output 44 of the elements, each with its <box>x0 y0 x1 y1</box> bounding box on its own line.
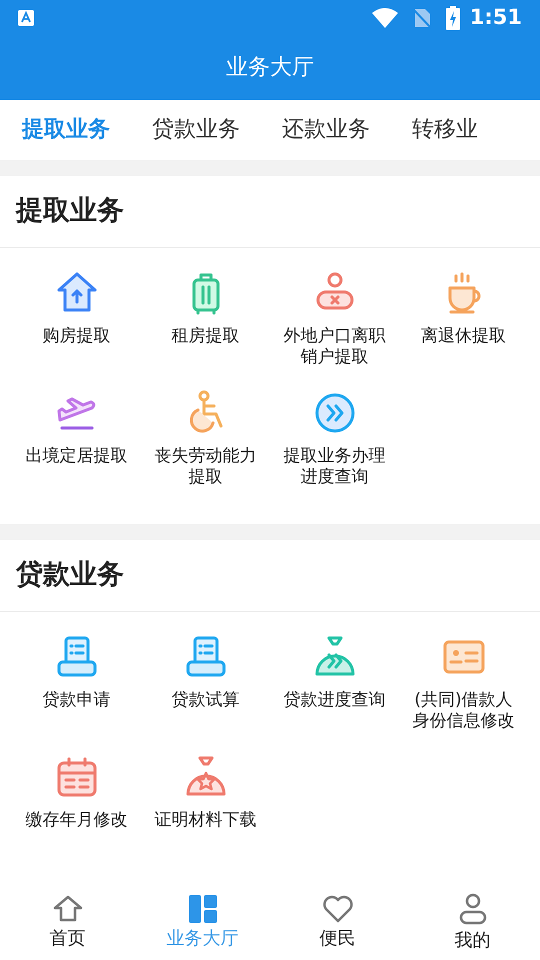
service-label: 租房提取 <box>170 326 240 346</box>
home-icon <box>52 895 82 924</box>
service-item[interactable]: 丧失劳动能力提取 <box>141 390 270 510</box>
service-item[interactable]: 离退休提取 <box>399 270 528 390</box>
nav-tab[interactable]: 首页 <box>0 888 135 960</box>
service-item[interactable]: 证明材料下载 <box>141 754 270 874</box>
wifi-icon <box>372 8 398 28</box>
category-tab[interactable]: 还款业务 <box>282 113 370 146</box>
service-item[interactable]: 提取业务办理进度查询 <box>270 390 399 510</box>
page-title: 业务大厅 <box>226 54 314 82</box>
category-tab[interactable]: 转移业 <box>412 113 478 146</box>
service-item[interactable]: 外地户口离职销户提取 <box>270 270 399 390</box>
service-label: 贷款申请 <box>42 690 112 710</box>
service-item[interactable]: 缴存年月修改 <box>12 754 141 874</box>
service-label: 购房提取 <box>42 326 112 346</box>
heart-icon <box>322 895 354 924</box>
service-label: 出境定居提取 <box>24 446 128 466</box>
nav-tab[interactable]: 我的 <box>405 888 540 960</box>
service-item[interactable]: 贷款进度查询 <box>270 634 399 754</box>
service-label: 贷款试算 <box>170 690 240 710</box>
section-title: 提取业务 <box>16 194 124 228</box>
service-item[interactable]: 贷款试算 <box>141 634 270 754</box>
grid-icon <box>188 895 216 924</box>
service-item[interactable]: 租房提取 <box>141 270 270 390</box>
service-label: 外地户口离职销户提取 <box>282 326 386 368</box>
service-label: 贷款进度查询 <box>282 690 386 710</box>
category-tab[interactable]: 提取业务 <box>22 113 110 146</box>
service-label: 提取业务办理进度查询 <box>282 446 386 488</box>
service-item[interactable]: 出境定居提取 <box>12 390 141 510</box>
battery-icon <box>446 6 460 30</box>
nav-tab[interactable]: 便民 <box>270 888 405 960</box>
service-item[interactable]: 贷款申请 <box>12 634 141 754</box>
service-label: (共同)借款人身份信息修改 <box>412 690 516 732</box>
service-label: 离退休提取 <box>420 326 507 346</box>
person-icon <box>458 893 488 926</box>
service-item[interactable]: 购房提取 <box>12 270 141 390</box>
service-item[interactable]: (共同)借款人身份信息修改 <box>399 634 528 754</box>
category-tab[interactable]: 贷款业务 <box>152 113 240 146</box>
service-label: 丧失劳动能力提取 <box>154 446 258 488</box>
status-time: 1:51 <box>470 4 522 32</box>
section-title: 贷款业务 <box>16 558 124 592</box>
notification-icon <box>18 10 34 26</box>
service-label: 证明材料下载 <box>154 810 258 830</box>
service-label: 缴存年月修改 <box>24 810 128 830</box>
